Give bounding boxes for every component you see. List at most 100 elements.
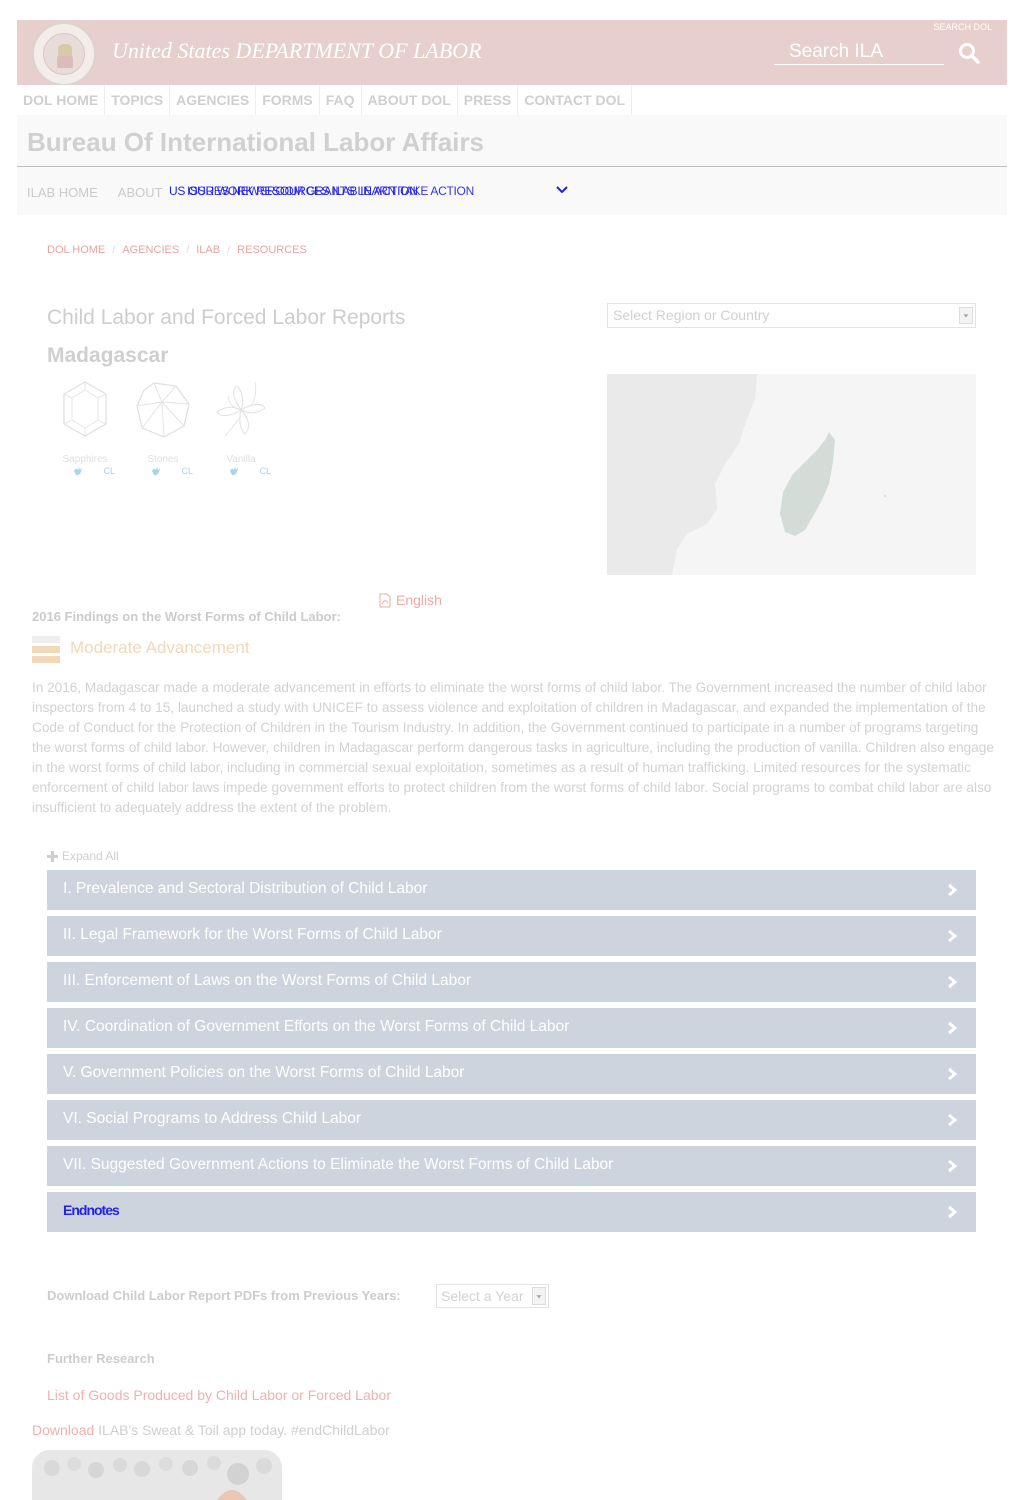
madagascar-map xyxy=(607,374,887,575)
good-name: Sapphires xyxy=(62,454,108,465)
subnav-about[interactable]: ABOUT xyxy=(118,185,163,200)
download-label: Download Child Labor Report PDFs from Pr… xyxy=(47,1288,401,1303)
accordion-section-title: Endnotes xyxy=(63,1202,120,1218)
breadcrumb-ilab[interactable]: ILAB xyxy=(196,244,220,256)
site-header: United States DEPARTMENT OF LABOR SEARCH… xyxy=(17,20,1007,86)
department-title[interactable]: United States DEPARTMENT OF LABOR xyxy=(112,38,482,64)
child-labor-badge: CL xyxy=(133,466,193,476)
chevron-right-icon xyxy=(948,975,958,989)
sapphire-icon xyxy=(63,381,107,437)
accordion-section[interactable]: V. Government Policies on the Worst Form… xyxy=(47,1054,976,1094)
dol-seal-logo[interactable] xyxy=(32,22,96,86)
nav-forms[interactable]: FORMS xyxy=(256,85,320,115)
findings-label: 2016 Findings on the Worst Forms of Chil… xyxy=(32,609,341,624)
nav-press[interactable]: PRESS xyxy=(457,85,519,115)
accordion-section-title: IV. Coordination of Government Efforts o… xyxy=(63,1018,570,1035)
good-name: Vanilla xyxy=(226,454,256,465)
country-map[interactable] xyxy=(607,374,976,575)
vanilla-icon xyxy=(216,381,266,437)
child-labor-badge: CL xyxy=(55,466,115,476)
expand-all-button[interactable]: Expand All xyxy=(47,849,119,863)
breadcrumb-resources[interactable]: RESOURCES xyxy=(237,244,307,256)
nav-contact-dol[interactable]: CONTACT DOL xyxy=(518,85,633,115)
accordion-section-endnotes[interactable]: Endnotes xyxy=(47,1192,976,1232)
hand-icon xyxy=(229,467,238,476)
pdf-icon xyxy=(379,593,391,607)
accordion-section-title: VII. Suggested Government Actions to Eli… xyxy=(63,1156,614,1173)
region-select-value: Select Region or Country xyxy=(613,307,770,323)
search-box xyxy=(774,40,944,65)
pdf-link-label: English xyxy=(396,592,442,608)
breadcrumb-agencies[interactable]: AGENCIES xyxy=(122,244,179,256)
year-select[interactable]: Select a Year xyxy=(436,1284,549,1308)
accordion-section[interactable]: VII. Suggested Government Actions to Eli… xyxy=(47,1146,976,1186)
subnav-ilab-home[interactable]: ILAB HOME xyxy=(27,185,98,200)
goods-forced-labor-link[interactable]: Forced Labor xyxy=(308,1387,391,1403)
hand-icon xyxy=(73,467,82,476)
chevron-down-icon xyxy=(532,1287,546,1305)
search-icon[interactable] xyxy=(958,42,980,64)
hand-icon xyxy=(151,467,160,476)
accordion-section-title: V. Government Policies on the Worst Form… xyxy=(63,1064,465,1081)
page-title: Child Labor and Forced Labor Reports xyxy=(47,306,406,329)
advancement-level-icon xyxy=(32,636,60,663)
seal-shield-icon xyxy=(57,56,73,68)
search-dol-label: SEARCH DOL xyxy=(933,22,992,32)
nav-about-dol[interactable]: ABOUT DOL xyxy=(361,85,458,115)
stones-icon xyxy=(136,382,190,438)
accordion-section-title: I. Prevalence and Sectoral Distribution … xyxy=(63,880,428,897)
accordion-section[interactable]: IV. Coordination of Government Efforts o… xyxy=(47,1008,976,1048)
app-download-link[interactable]: Download xyxy=(32,1422,94,1438)
chevron-right-icon xyxy=(948,929,958,943)
divider xyxy=(17,166,1007,167)
chevron-down-icon xyxy=(959,307,973,324)
accordion-section-title: II. Legal Framework for the Worst Forms … xyxy=(63,926,442,943)
assessment-level: Moderate Advancement xyxy=(70,638,250,657)
goods-list-links: List of Goods Produced by Child Labor or… xyxy=(47,1387,391,1403)
accordion-section[interactable]: I. Prevalence and Sectoral Distribution … xyxy=(47,870,976,910)
country-title: Madagascar xyxy=(47,344,169,367)
plus-icon xyxy=(47,850,58,862)
child-labor-badge: CL xyxy=(211,466,271,476)
expand-all-label: Expand All xyxy=(62,849,119,863)
top-nav: DOL HOME TOPICS AGENCIES FORMS FAQ ABOUT… xyxy=(17,85,633,115)
bureau-band: Bureau Of International Labor Affairs IL… xyxy=(17,115,1007,215)
accordion-section-title: VI. Social Programs to Address Child Lab… xyxy=(63,1110,362,1127)
nav-agencies[interactable]: AGENCIES xyxy=(170,85,257,115)
chevron-right-icon xyxy=(948,1159,958,1173)
app-promo: Download ILAB's Sweat & Toil app today. … xyxy=(32,1422,390,1438)
good-item-sapphires[interactable]: Sapphires CL xyxy=(55,380,115,476)
goods-child-labor-link[interactable]: List of Goods Produced by Child Labor xyxy=(47,1387,287,1403)
badge-label: CL xyxy=(259,466,271,476)
nav-faq[interactable]: FAQ xyxy=(319,85,362,115)
ilab-subnav: ILAB HOME ABOUT xyxy=(27,185,183,200)
badge-label: CL xyxy=(181,466,193,476)
nav-dol-home[interactable]: DOL HOME xyxy=(17,85,106,115)
breadcrumb-separator: / xyxy=(186,244,190,256)
app-promo-text: ILAB's Sweat & Toil app today. #endChild… xyxy=(94,1422,390,1438)
chevron-right-icon xyxy=(948,1205,958,1219)
accordion-section[interactable]: II. Legal Framework for the Worst Forms … xyxy=(47,916,976,956)
further-research-heading: Further Research xyxy=(47,1351,155,1366)
good-item-vanilla[interactable]: Vanilla CL xyxy=(211,380,271,476)
breadcrumb: DOL HOME / AGENCIES / ILAB / RESOURCES xyxy=(47,244,307,256)
breadcrumb-dol-home[interactable]: DOL HOME xyxy=(47,244,105,256)
accordion-section[interactable]: III. Enforcement of Laws on the Worst Fo… xyxy=(47,962,976,1002)
subnav-overlap-text-b: ISSUES NEWSROOM GRANTS LEARN TAKE ACTION xyxy=(187,184,474,198)
pdf-download-link[interactable]: English xyxy=(379,592,442,608)
bureau-title[interactable]: Bureau Of International Labor Affairs xyxy=(27,127,484,158)
subnav-overlapping-menu[interactable]: US OUR WORK RESOURCES ILAB IN ACTION ISS… xyxy=(169,184,474,198)
breadcrumb-separator: / xyxy=(227,244,231,256)
search-input[interactable] xyxy=(774,40,944,64)
chevron-down-icon[interactable] xyxy=(555,185,569,195)
goods-link-or: or xyxy=(287,1387,308,1403)
chevron-right-icon xyxy=(948,1113,958,1127)
nav-topics[interactable]: TOPICS xyxy=(105,85,171,115)
chevron-right-icon xyxy=(948,1021,958,1035)
good-item-stones[interactable]: Stones CL xyxy=(133,380,193,476)
region-country-select[interactable]: Select Region or Country xyxy=(607,303,976,328)
seal-eagle-icon xyxy=(58,44,72,56)
app-promo-image[interactable] xyxy=(32,1450,282,1500)
accordion-section[interactable]: VI. Social Programs to Address Child Lab… xyxy=(47,1100,976,1140)
chevron-right-icon xyxy=(948,883,958,897)
